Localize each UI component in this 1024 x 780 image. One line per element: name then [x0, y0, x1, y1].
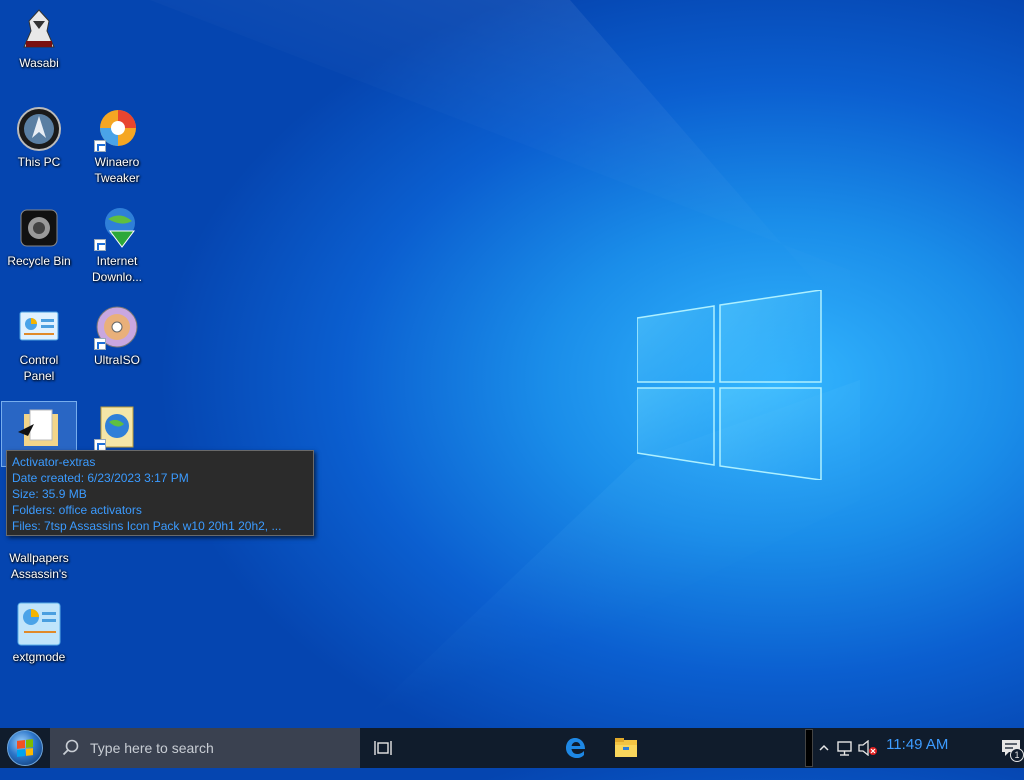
network-tray-button[interactable] — [834, 728, 857, 768]
windows-start-orb-icon — [7, 730, 43, 766]
desktop-icon-label: Internet Downlo... — [91, 254, 143, 284]
shortcut-arrow-icon — [94, 239, 106, 251]
tooltip-files: Files: 7tsp Assassins Icon Pack w10 20h1… — [12, 519, 282, 533]
shortcut-arrow-icon — [94, 140, 106, 152]
notification-count-badge: 1 — [1010, 748, 1024, 762]
desktop-icon-label: This PC — [17, 155, 61, 169]
assassin-figure-icon — [16, 7, 62, 53]
desktop-icon-this-pc[interactable]: This PC — [1, 102, 77, 170]
desktop-icon-label: UltraISO — [93, 353, 140, 367]
shortcut-arrow-icon — [94, 338, 106, 350]
windows-logo-wallpaper — [637, 290, 822, 480]
show-hidden-icons-button[interactable] — [814, 728, 833, 768]
desktop-icon-ultraiso[interactable]: UltraISO — [79, 300, 155, 368]
start-button[interactable] — [0, 728, 50, 768]
taskbar-search-box[interactable]: Type here to search — [50, 728, 361, 768]
tooltip-folders: Folders: office activators — [12, 503, 142, 517]
network-icon — [837, 741, 852, 756]
desktop-icon-label: Winaero Tweaker — [94, 155, 140, 185]
folder-info-tooltip: Activator-extras Date created: 6/23/2023… — [6, 450, 314, 536]
globe-document-icon — [94, 405, 140, 451]
desktop-icon-label: Recycle Bin — [7, 254, 71, 268]
desktop-icon-label: Wallpapers Assassin's — [9, 551, 69, 581]
desktop-icon-extgmode[interactable]: extgmode — [1, 597, 77, 665]
action-center-button[interactable]: 1 — [997, 728, 1024, 768]
folder-icon — [16, 406, 62, 452]
tooltip-date-created: Date created: 6/23/2023 3:17 PM — [12, 471, 189, 485]
desktop-icon-internet-download-manager[interactable]: Internet Downlo... — [79, 201, 155, 285]
winaero-tweaker-icon — [94, 106, 140, 152]
edge-taskbar-button[interactable] — [551, 728, 601, 768]
desktop-icon-label: extgmode — [12, 650, 66, 664]
taskbar-divider — [805, 728, 815, 768]
volume-muted-icon — [858, 740, 878, 756]
desktop-icon-control-panel[interactable]: Control Panel — [1, 300, 77, 384]
control-panel-icon — [16, 304, 62, 350]
assassin-emblem-icon — [16, 106, 62, 152]
tooltip-name: Activator-extras — [12, 455, 96, 469]
desktop-icon-label: Control Panel — [19, 353, 59, 383]
extgmode-icon — [16, 601, 62, 647]
chevron-up-icon — [819, 744, 829, 751]
ultraiso-disc-icon — [94, 304, 140, 350]
desktop-icon-recycle-bin[interactable]: Recycle Bin — [1, 201, 77, 269]
file-explorer-taskbar-button[interactable] — [601, 728, 651, 768]
search-placeholder: Type here to search — [90, 740, 214, 756]
desktop-icon-label: Wasabi — [19, 56, 59, 70]
search-icon — [62, 739, 79, 756]
file-explorer-icon — [614, 738, 637, 757]
taskbar-clock[interactable]: 11:49 AM — [880, 736, 955, 753]
internet-download-manager-icon — [94, 205, 140, 251]
task-view-icon — [374, 741, 393, 755]
edge-icon — [565, 738, 585, 758]
taskbar: Type here to search 11:49 AM 1 — [0, 728, 1024, 768]
tooltip-size: Size: 35.9 MB — [12, 487, 87, 501]
desktop-icon-wallpapers-assassins[interactable]: Wallpapers Assassin's — [1, 530, 77, 582]
volume-tray-button[interactable] — [857, 728, 880, 768]
desktop-icon-globe-document[interactable] — [79, 401, 155, 453]
desktop-icon-winaero-tweaker[interactable]: Winaero Tweaker — [79, 102, 155, 186]
task-view-button[interactable] — [360, 728, 406, 768]
recycle-bin-icon — [16, 205, 62, 251]
desktop-icon-wasabi[interactable]: Wasabi — [1, 3, 77, 71]
